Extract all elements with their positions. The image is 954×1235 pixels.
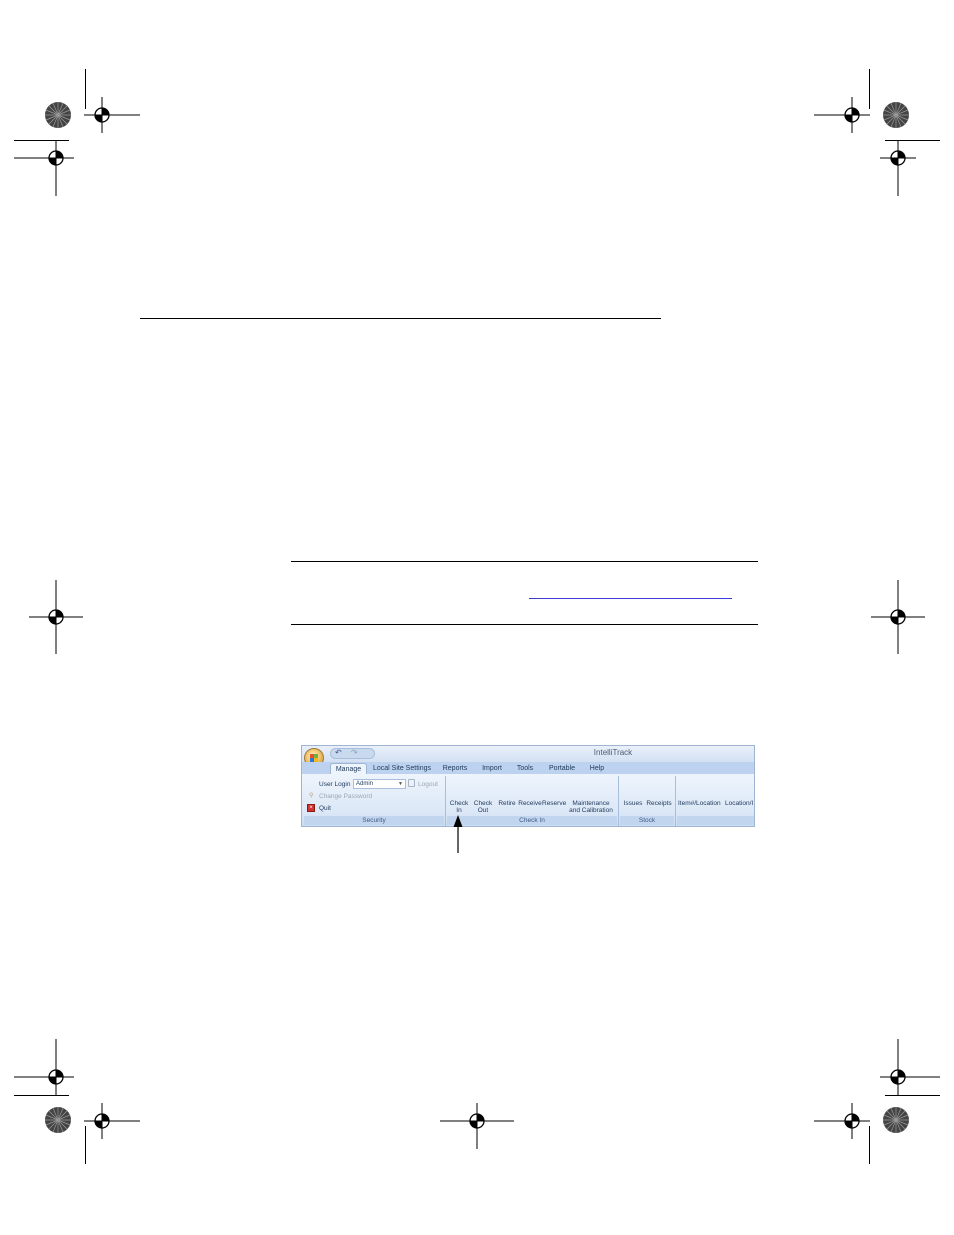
chevron-down-icon[interactable]: ▼	[398, 780, 403, 788]
check-out-label-line1: Check	[473, 800, 493, 807]
registration-target-icon	[29, 580, 83, 654]
note-top-rule	[291, 561, 758, 562]
note-bottom-rule	[291, 624, 758, 625]
registration-target-icon	[880, 1039, 940, 1095]
receive-button[interactable]: Receive	[518, 800, 542, 807]
check-in-button[interactable]: Check In	[448, 800, 470, 814]
maintenance-label-line2: and Calibration	[569, 807, 613, 814]
location-item-button[interactable]: Location/I	[725, 800, 753, 807]
heading-rule	[140, 318, 661, 319]
group-label-next	[677, 816, 754, 825]
quick-access-toolbar[interactable]: ↶ ↷	[330, 748, 375, 759]
group-separator	[445, 776, 446, 826]
user-login-combo[interactable]: Admin ▼	[353, 779, 406, 789]
registration-target-icon	[14, 1039, 74, 1095]
check-out-label-line2: Out	[477, 807, 489, 814]
check-in-label-line2: In	[456, 807, 462, 814]
quit-button[interactable]: Quit	[319, 805, 331, 812]
maintenance-label-line1: Maintenance	[572, 800, 610, 807]
tab-import[interactable]: Import	[479, 763, 505, 774]
registration-target-icon	[814, 97, 870, 133]
registration-target-icon	[814, 1103, 870, 1139]
receipts-button[interactable]: Receipts	[645, 800, 673, 807]
tab-tools[interactable]: Tools	[514, 763, 536, 774]
logout-button[interactable]: Logout	[418, 781, 438, 788]
title-bar: IntelliTrack ↶ ↷	[302, 746, 754, 762]
check-out-button[interactable]: Check Out	[472, 800, 494, 814]
key-icon: ⚲	[309, 793, 314, 799]
redo-icon[interactable]: ↷	[351, 748, 358, 757]
starburst-mark-icon	[883, 1107, 909, 1133]
starburst-mark-icon	[883, 102, 909, 128]
registration-target-icon	[880, 140, 916, 196]
registration-target-icon	[871, 580, 925, 654]
crop-line	[85, 1126, 86, 1164]
user-login-value: Admin	[356, 781, 374, 787]
maintenance-calibration-button[interactable]: Maintenance and Calibration	[566, 800, 616, 814]
crop-line	[869, 1126, 870, 1164]
retire-button[interactable]: Retire	[496, 800, 518, 807]
issues-button[interactable]: Issues	[621, 800, 645, 807]
group-label-check-in: Check In	[447, 816, 617, 825]
starburst-mark-icon	[45, 102, 71, 128]
crop-line	[885, 1095, 940, 1096]
callout-arrow-icon	[453, 815, 463, 853]
check-in-label-line1: Check	[449, 800, 469, 807]
item-location-button[interactable]: Item#/Location	[678, 800, 721, 807]
tab-reports[interactable]: Reports	[440, 763, 470, 774]
ribbon-screenshot: IntelliTrack ↶ ↷ Manage Local Site Setti…	[301, 745, 755, 827]
tab-local-site-settings[interactable]: Local Site Settings	[372, 763, 432, 774]
note-link-underline	[529, 598, 732, 599]
reserve-button[interactable]: Reserve	[542, 800, 566, 807]
group-separator	[618, 776, 619, 826]
group-label-security: Security	[304, 816, 444, 825]
tab-manage[interactable]: Manage	[330, 763, 367, 774]
group-separator	[675, 776, 676, 826]
crop-line	[14, 1095, 69, 1096]
undo-icon[interactable]: ↶	[335, 748, 342, 757]
starburst-mark-icon	[45, 1107, 71, 1133]
ribbon-body: User Login Admin ▼ Logout ⚲ Change Passw…	[302, 774, 754, 826]
group-label-stock: Stock	[620, 816, 674, 825]
user-login-label: User Login	[319, 781, 351, 788]
quit-icon: ×	[307, 804, 315, 812]
tab-portable[interactable]: Portable	[546, 763, 578, 774]
logout-icon	[408, 779, 415, 787]
change-password-button[interactable]: Change Password	[319, 793, 372, 800]
registration-target-icon	[440, 1103, 514, 1149]
tab-help[interactable]: Help	[587, 763, 607, 774]
ribbon-tab-bar: Manage Local Site Settings Reports Impor…	[302, 762, 754, 774]
registration-target-icon	[84, 97, 140, 133]
registration-target-icon	[14, 140, 74, 196]
registration-target-icon	[84, 1103, 140, 1139]
